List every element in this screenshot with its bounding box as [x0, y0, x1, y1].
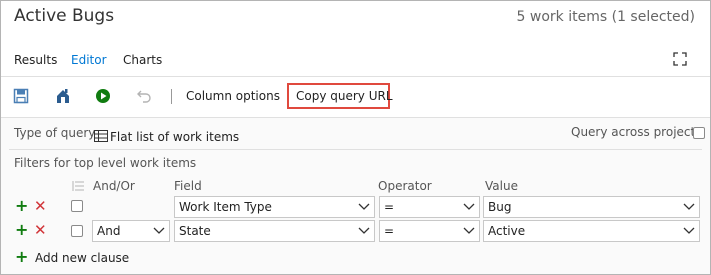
chevron-down-icon: [683, 203, 695, 210]
remove-clause-icon[interactable]: ✕: [34, 223, 47, 238]
toolbar-separator: [171, 89, 172, 104]
work-item-count: 5 work items (1 selected): [516, 9, 695, 25]
chevron-down-icon: [153, 227, 165, 234]
operator-select[interactable]: =: [379, 196, 480, 218]
section-divider: [9, 149, 702, 150]
value-select-value: Bug: [488, 200, 512, 214]
clause-select-checkbox[interactable]: [71, 225, 83, 237]
query-type-select[interactable]: Flat list of work items: [110, 130, 239, 144]
value-select[interactable]: Active: [483, 220, 700, 242]
flat-list-icon: [94, 130, 108, 142]
value-select-value: Active: [488, 224, 526, 238]
column-header-andor: And/Or: [93, 179, 135, 193]
column-header-operator: Operator: [378, 179, 432, 193]
operator-select-value: =: [384, 224, 395, 238]
tabs-divider: [1, 76, 710, 77]
insert-clause-icon[interactable]: +: [15, 222, 28, 238]
save-as-icon[interactable]: [55, 88, 71, 104]
chevron-down-icon: [358, 227, 370, 234]
field-select-value: Work Item Type: [179, 200, 272, 214]
chevron-down-icon: [683, 227, 695, 234]
fullscreen-icon[interactable]: [673, 52, 687, 66]
column-header-field: Field: [174, 179, 202, 193]
query-across-projects-label: Query across projects: [571, 125, 702, 139]
save-icon[interactable]: [13, 88, 29, 104]
field-select[interactable]: Work Item Type: [174, 196, 375, 218]
query-across-projects-checkbox[interactable]: [693, 127, 705, 139]
add-clause-icon[interactable]: +: [15, 249, 28, 265]
run-query-icon[interactable]: [95, 88, 111, 104]
tab-results[interactable]: Results: [14, 53, 57, 67]
chevron-down-icon: [463, 227, 475, 234]
clause-select-checkbox[interactable]: [71, 200, 83, 212]
undo-icon[interactable]: [136, 88, 152, 104]
operator-select-value: =: [384, 200, 395, 214]
page-title: Active Bugs: [14, 6, 115, 26]
insert-clause-icon[interactable]: +: [15, 198, 28, 214]
value-select[interactable]: Bug: [483, 196, 700, 218]
andor-select[interactable]: And: [92, 220, 170, 242]
add-new-clause-link[interactable]: Add new clause: [35, 251, 129, 265]
column-header-value: Value: [485, 179, 518, 193]
remove-clause-icon[interactable]: ✕: [34, 199, 47, 214]
chevron-down-icon: [358, 203, 370, 210]
filters-label: Filters for top level work items: [14, 156, 197, 170]
field-select-value: State: [179, 224, 211, 238]
group-clauses-icon[interactable]: [71, 180, 85, 192]
tab-editor[interactable]: Editor: [71, 53, 107, 67]
column-options-button[interactable]: Column options: [186, 89, 280, 103]
copy-query-url-button[interactable]: Copy query URL: [296, 89, 393, 103]
andor-select-value: And: [97, 224, 121, 238]
operator-select[interactable]: =: [379, 220, 480, 242]
chevron-down-icon: [463, 203, 475, 210]
type-of-query-label: Type of query: [14, 126, 96, 140]
tab-charts[interactable]: Charts: [123, 53, 162, 67]
field-select[interactable]: State: [174, 220, 375, 242]
